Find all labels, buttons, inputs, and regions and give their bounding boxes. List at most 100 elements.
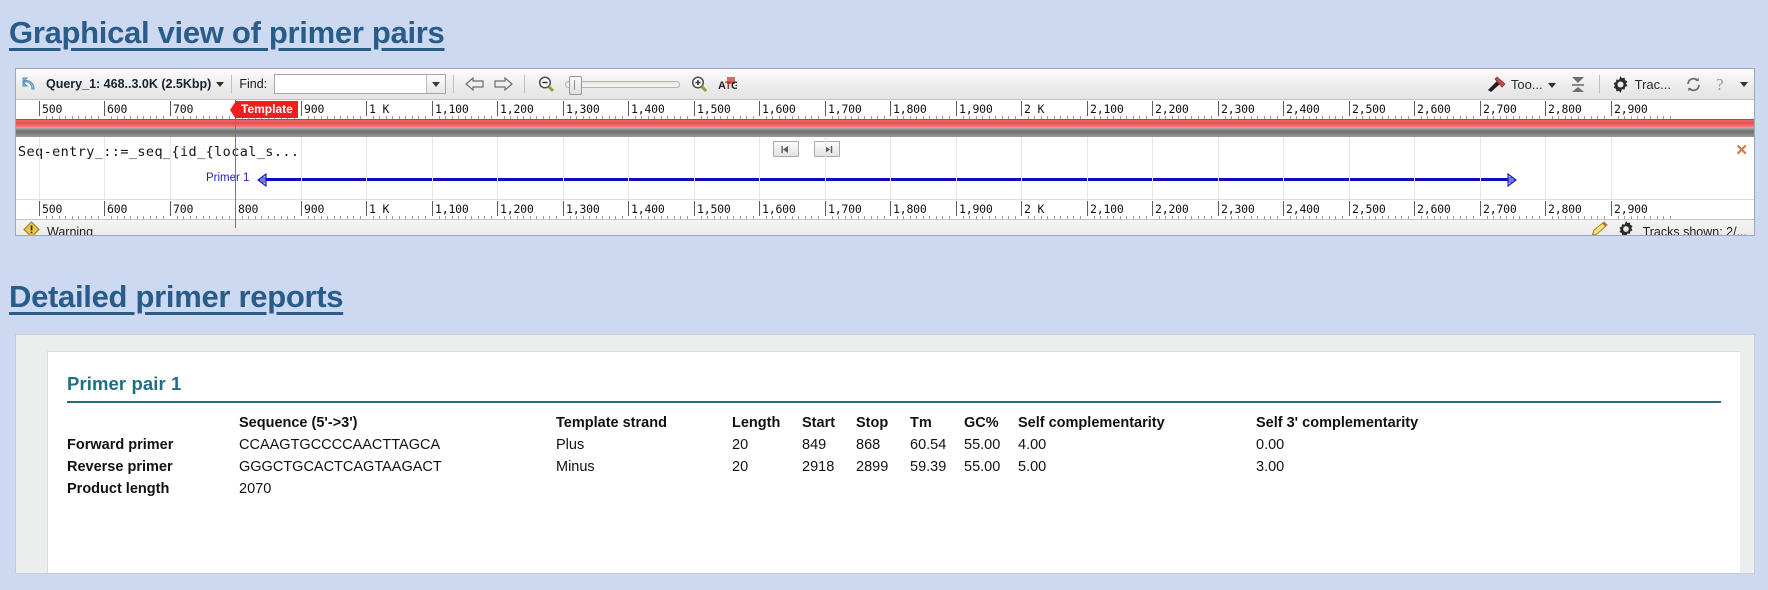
ruler-tick-label: 900 <box>304 202 325 216</box>
ruler-tick-mark <box>1545 101 1546 116</box>
chevron-down-icon <box>432 81 441 87</box>
page-next-icon[interactable] <box>814 141 840 157</box>
ruler-tick-mark <box>1218 201 1219 216</box>
table-header-row: Sequence (5'->3') Template strand Length… <box>67 409 1476 434</box>
ruler-tick-mark <box>170 101 171 116</box>
primer-feature-label: Primer 1 <box>206 172 250 184</box>
track-gridline <box>759 137 760 199</box>
ruler-tick-mark <box>301 101 302 116</box>
sequence-track-title: Seq-entry_::=_seq_{id_{local_s... <box>18 144 300 160</box>
table-header-blank <box>67 409 239 434</box>
toolbar-divider-4 <box>1598 75 1600 93</box>
ruler-tick-label: 900 <box>304 102 325 116</box>
zoom-out-icon[interactable] <box>534 72 558 96</box>
find-dropdown-button[interactable] <box>426 75 446 93</box>
tools-menu-button[interactable]: Too... <box>1511 77 1556 92</box>
collapse-tracks-icon[interactable] <box>1566 72 1590 96</box>
zoom-slider-track <box>565 81 681 88</box>
zoom-slider[interactable] <box>565 76 681 95</box>
forward-primer-tm: 60.54 <box>910 437 947 453</box>
ruler-tick-label: 1,800 <box>893 102 927 116</box>
reverse-primer-stop: 2899 <box>856 459 889 475</box>
primer-reverse-arrow-icon[interactable] <box>1505 172 1518 188</box>
ruler-tick-mark <box>1283 101 1284 116</box>
page-prev-icon[interactable] <box>773 141 799 157</box>
gear-icon[interactable] <box>1609 72 1633 96</box>
ruler-tick-mark <box>301 201 302 216</box>
ruler-tick-mark <box>39 101 40 116</box>
track-gridline <box>825 137 826 199</box>
find-input[interactable] <box>275 75 427 93</box>
reverse-primer-strand: Minus <box>556 459 595 475</box>
atg-sequence-icon[interactable]: A T G <box>715 72 739 96</box>
warning-label: Warning <box>47 224 94 236</box>
forward-primer-stop: 868 <box>856 437 881 453</box>
ruler-tick-mark <box>1152 101 1153 116</box>
help-question-icon[interactable]: ? <box>1709 72 1733 96</box>
table-header-start: Start <box>802 415 836 431</box>
warning-icon[interactable] <box>23 220 40 235</box>
table-header-self-complementarity: Self complementarity <box>1018 415 1165 431</box>
ruler-tick-mark <box>956 101 957 116</box>
track-gridline <box>890 137 891 199</box>
table-header-length: Length <box>732 415 781 431</box>
ruler-tick-mark <box>1021 101 1022 116</box>
reload-icon[interactable] <box>1681 72 1705 96</box>
track-gridline <box>1480 137 1481 199</box>
hammer-wrench-icon[interactable] <box>1485 72 1509 96</box>
chevron-down-icon[interactable] <box>1740 81 1748 87</box>
ruler-tick-label: 1,600 <box>762 102 796 116</box>
arrow-right-icon[interactable] <box>491 72 515 96</box>
track-gridline <box>104 137 105 199</box>
ruler-tick-mark <box>1414 201 1415 216</box>
track-gridline <box>1152 137 1153 199</box>
viewer-statusbar: Warning Tracks shown: 2/... <box>16 219 1754 236</box>
ruler-tick-label: 2,600 <box>1417 102 1451 116</box>
undo-arrow-icon[interactable] <box>18 72 42 96</box>
find-combo[interactable] <box>274 74 447 94</box>
product-length-value: 2070 <box>239 481 272 497</box>
overview-range-bar[interactable] <box>16 119 1754 127</box>
template-marker-flag[interactable]: Template <box>230 101 298 119</box>
product-length-blank-8 <box>1256 478 1476 500</box>
ruler-tick-label: 1,300 <box>566 202 600 216</box>
ruler-tick-mark <box>1087 101 1088 116</box>
ruler-tick-label: 800 <box>238 202 259 216</box>
ruler-tick-label: 2 K <box>1024 202 1045 216</box>
ruler-tick-mark <box>432 101 433 116</box>
product-length-blank-1 <box>556 478 732 500</box>
query-range-dropdown[interactable]: Query_1: 468..3.0K (2.5Kbp) <box>44 77 225 91</box>
table-header-stop: Stop <box>856 415 889 431</box>
sequence-viewer-panel: Query_1: 468..3.0K (2.5Kbp) Find: A T To… <box>15 68 1755 236</box>
primer-span-line <box>266 178 1512 181</box>
track-gridline <box>1349 137 1350 199</box>
row-label-reverse-primer: Reverse primer <box>67 459 173 475</box>
ruler-tick-label: 2,700 <box>1483 102 1517 116</box>
gear-icon[interactable] <box>1617 220 1635 235</box>
reverse-primer-tm: 59.39 <box>910 459 947 475</box>
ruler-tick-label: 2,600 <box>1417 202 1451 216</box>
tracks-menu-button[interactable]: Trac... <box>1635 77 1671 92</box>
ruler-tick-mark <box>1480 101 1481 116</box>
ruler-tick-mark <box>366 201 367 216</box>
ruler-tick-mark <box>497 101 498 116</box>
ruler-tick-mark <box>1611 201 1612 216</box>
ruler-tick-label: 1 K <box>369 202 390 216</box>
ruler-tick-label: 600 <box>107 102 128 116</box>
ruler-tick-mark <box>1414 101 1415 116</box>
ruler-bottom[interactable]: 500 600 700 800 900 1 K 1,100 1,200 1,300 1,400 1,… <box>16 199 1754 219</box>
table-row: Forward primer CCAAGTGCCCCAACTTAGCA Plus… <box>67 434 1476 456</box>
primer-feature-track[interactable]: Primer 1 <box>16 171 1754 188</box>
reverse-primer-start: 2918 <box>802 459 835 475</box>
arrow-left-icon[interactable] <box>463 72 487 96</box>
pencil-edit-icon[interactable] <box>1590 220 1609 235</box>
forward-primer-start: 849 <box>802 437 827 453</box>
ruler-tick-mark <box>563 201 564 216</box>
row-label-product-length: Product length <box>67 481 170 497</box>
zoom-slider-thumb[interactable] <box>569 76 583 95</box>
track-gridline <box>956 137 957 199</box>
ruler-tick-label: 2,500 <box>1352 102 1386 116</box>
zoom-in-icon[interactable] <box>687 72 711 96</box>
close-track-icon[interactable]: ✕ <box>1735 143 1748 158</box>
reverse-primer-self3-complementarity: 3.00 <box>1256 459 1285 475</box>
